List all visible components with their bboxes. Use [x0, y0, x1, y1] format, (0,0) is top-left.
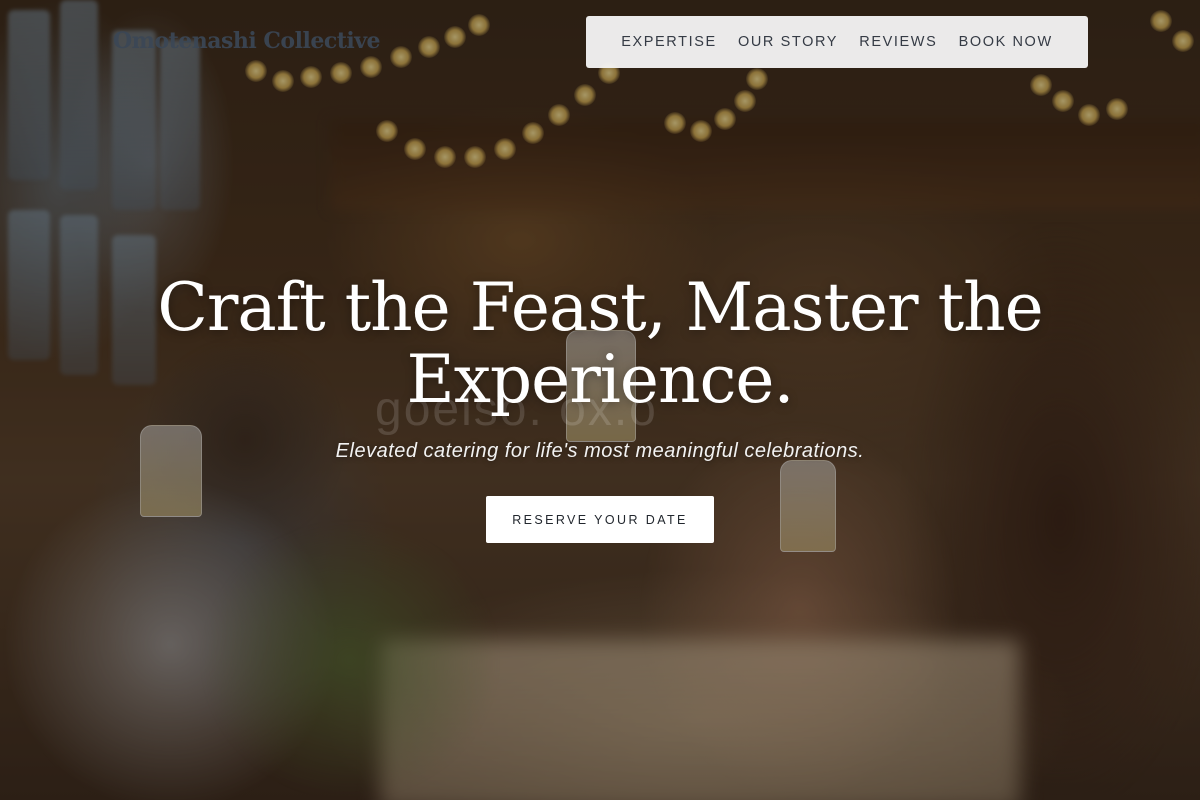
- nav-link-our-story[interactable]: OUR STORY: [738, 34, 838, 50]
- hero-subheadline: Elevated catering for life's most meanin…: [335, 440, 865, 462]
- hero-headline: Craft the Feast, Master the Experience.: [157, 269, 1043, 418]
- reserve-date-button[interactable]: RESERVE YOUR DATE: [486, 496, 714, 543]
- hero-section: goelso. ox.o Omotenashi Collective EXPER…: [0, 0, 1200, 800]
- nav-link-reviews[interactable]: REVIEWS: [859, 34, 937, 50]
- main-nav: EXPERTISE OUR STORY REVIEWS BOOK NOW: [586, 16, 1088, 68]
- nav-link-book-now[interactable]: BOOK NOW: [959, 34, 1053, 50]
- nav-link-expertise[interactable]: EXPERTISE: [621, 34, 717, 50]
- brand-logo[interactable]: Omotenashi Collective: [113, 28, 381, 54]
